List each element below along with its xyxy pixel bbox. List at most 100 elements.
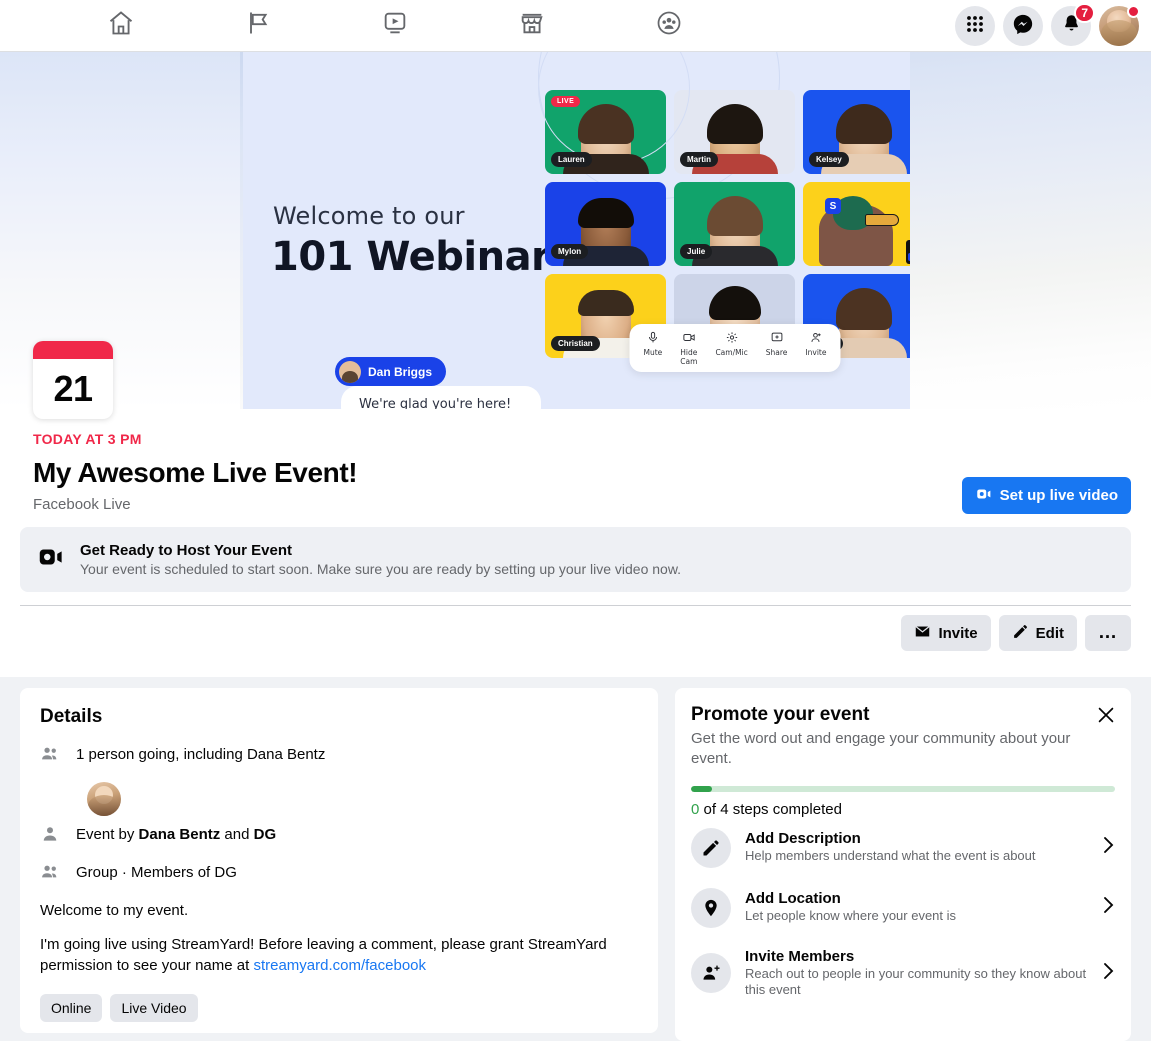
- event-cover-photo[interactable]: Welcome to our 101 Webinar Dan Briggs We…: [0, 52, 1151, 409]
- duck-bill: [865, 214, 899, 226]
- nav-tab-home[interactable]: [78, 2, 163, 50]
- host-join: and: [220, 826, 254, 843]
- participant-name: Lauren: [551, 152, 592, 167]
- description-line-2: I'm going live using StreamYard! Before …: [40, 935, 638, 976]
- person-add-icon: [809, 331, 822, 346]
- chevron-right-icon: [1101, 834, 1115, 861]
- promote-step-add-location[interactable]: Add Location Let people know where your …: [691, 878, 1115, 938]
- messenger-button[interactable]: [1003, 6, 1043, 46]
- host-name[interactable]: Dana Bentz: [139, 826, 221, 843]
- participant-tile: Kelsey: [803, 90, 910, 174]
- hair-shape: [706, 104, 763, 144]
- progress-bar: [691, 785, 1115, 792]
- participant-name: Julie: [680, 244, 713, 259]
- share-icon: [770, 331, 783, 346]
- promote-subtitle: Get the word out and engage your communi…: [691, 730, 1071, 768]
- host-group[interactable]: DG: [254, 826, 277, 843]
- group-row: Group · Members of DG: [40, 862, 638, 887]
- messenger-icon: [1012, 13, 1034, 40]
- participant-tile: Mylon: [545, 182, 666, 266]
- step-description: Help members understand what the event i…: [745, 848, 1036, 864]
- meeting-controls-bar: Mute Hide Cam Cam/Mic Share Invite: [629, 324, 841, 372]
- details-card: Details 1 person going, including Dana B…: [20, 688, 658, 1033]
- control-cam-mic[interactable]: Cam/Mic: [715, 331, 748, 366]
- control-label: Hide Cam: [680, 348, 698, 366]
- event-header-section: 21 TODAY AT 3 PM My Awesome Live Event! …: [0, 341, 1151, 677]
- nav-tab-watch[interactable]: [352, 2, 437, 50]
- more-options-button[interactable]: …: [1085, 615, 1131, 651]
- profile-avatar[interactable]: [1099, 5, 1140, 46]
- group-text: Group · Members of DG: [76, 864, 237, 881]
- progress-suffix: of 4 steps completed: [699, 800, 842, 818]
- step-title: Invite Members: [745, 947, 855, 965]
- promote-step-invite-members[interactable]: Invite Members Reach out to people in yo…: [691, 938, 1115, 1010]
- ellipsis-icon: …: [1098, 622, 1118, 643]
- control-label: Share: [765, 348, 788, 357]
- cover-headline-small: Welcome to our: [273, 202, 465, 230]
- host-readiness-banner: Get Ready to Host Your Event Your event …: [20, 527, 1131, 592]
- step-body: Add Description Help members understand …: [745, 830, 1087, 865]
- cover-headline-large: 101 Webinar: [271, 234, 551, 280]
- grid-menu-button[interactable]: [955, 6, 995, 46]
- attendee-avatar[interactable]: [87, 782, 121, 816]
- camera-icon: [682, 331, 695, 346]
- control-hide-cam[interactable]: Hide Cam: [680, 331, 697, 366]
- promote-step-add-description[interactable]: Add Description Help members understand …: [691, 818, 1115, 878]
- close-icon[interactable]: [1095, 704, 1117, 726]
- description-line-1: Welcome to my event.: [40, 902, 189, 919]
- progress-label: 0 of 4 steps completed: [691, 801, 1115, 818]
- invite-button[interactable]: Invite: [901, 615, 991, 651]
- setup-live-video-button[interactable]: Set up live video: [961, 477, 1131, 514]
- going-text: 1 person going, including Dana Bentz: [76, 746, 326, 763]
- step-title: Add Description: [745, 830, 861, 848]
- tag-live-video[interactable]: Live Video: [110, 993, 198, 1022]
- page-title: My Awesome Live Event!: [33, 457, 358, 488]
- step-description: Let people know where your event is: [745, 908, 957, 924]
- banner-body: Your event is scheduled to start soon. M…: [80, 561, 682, 577]
- nav-tab-groups[interactable]: [626, 2, 711, 50]
- streamyard-link[interactable]: streamyard.com/facebook: [253, 957, 426, 974]
- tag-online[interactable]: Online: [40, 993, 103, 1022]
- notifications-badge: 7: [1074, 3, 1095, 23]
- video-camera-icon: [36, 542, 66, 577]
- host-row: Event by Dana Bentz and DG: [40, 824, 638, 849]
- pencil-icon: [691, 827, 731, 868]
- hair-shape: [577, 290, 634, 316]
- groups-icon: [655, 9, 683, 42]
- live-badge: LIVE: [551, 96, 581, 107]
- nav-tab-pages[interactable]: [215, 2, 300, 50]
- person-add-icon: [691, 953, 731, 994]
- cover-speech-bubble: We're glad you're here!: [341, 386, 541, 409]
- speaker-avatar: [339, 360, 361, 383]
- participant-name: Mylon: [551, 244, 589, 259]
- participant-grid: LIVE Lauren Martin Kelsey Mylon Julie S …: [545, 90, 910, 372]
- pencil-icon: [1012, 623, 1029, 644]
- participant-name: Martin: [680, 152, 718, 167]
- video-camera-icon: [975, 485, 993, 507]
- step-body: Invite Members Reach out to people in yo…: [745, 948, 1087, 1000]
- person-icon: [40, 824, 60, 849]
- hair-shape: [706, 196, 763, 236]
- event-tags: Online Live Video: [40, 993, 638, 1022]
- location-pin-icon: [691, 887, 731, 928]
- nav-tabs: [78, 2, 763, 50]
- control-label: Cam/Mic: [715, 348, 748, 357]
- control-invite[interactable]: Invite: [805, 331, 826, 366]
- nav-tab-marketplace[interactable]: [489, 2, 574, 50]
- notifications-button[interactable]: 7: [1051, 3, 1095, 46]
- control-label: Mute: [643, 348, 663, 357]
- cover-artwork: Welcome to our 101 Webinar Dan Briggs We…: [243, 52, 910, 409]
- chevron-right-icon: [1101, 960, 1115, 987]
- people-icon: [40, 862, 60, 887]
- edit-button[interactable]: Edit: [998, 615, 1077, 651]
- video-icon: [381, 9, 409, 42]
- flag-icon: [244, 9, 272, 42]
- control-mute[interactable]: Mute: [643, 331, 663, 366]
- hair-shape: [835, 104, 892, 144]
- participant-tile: Julie: [674, 182, 795, 266]
- going-row: 1 person going, including Dana Bentz: [40, 744, 638, 769]
- cover-speaker-chip: Dan Briggs: [335, 357, 447, 386]
- microphone-icon: [646, 331, 659, 346]
- control-share[interactable]: Share: [765, 331, 788, 366]
- progress-bar-fill: [691, 785, 713, 792]
